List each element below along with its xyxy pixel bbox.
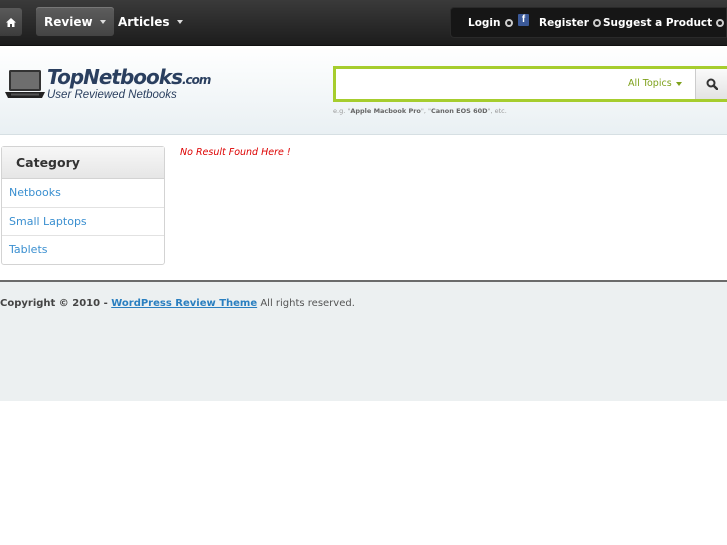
chevron-down-icon bbox=[99, 19, 106, 24]
category-item-netbooks[interactable]: Netbooks bbox=[2, 179, 164, 208]
category-item-small-laptops[interactable]: Small Laptops bbox=[2, 208, 164, 236]
nav-articles-menu[interactable]: Articles bbox=[110, 7, 191, 36]
category-item-tablets[interactable]: Tablets bbox=[2, 236, 164, 265]
category-heading: Category bbox=[2, 147, 164, 179]
circle-arrow-icon bbox=[504, 19, 513, 27]
chevron-down-icon bbox=[176, 19, 183, 24]
facebook-icon[interactable]: f bbox=[518, 14, 529, 26]
topics-dropdown[interactable]: All Topics bbox=[628, 78, 682, 89]
search-hint: e.g. "Apple Macbook Pro", "Canon EOS 60D… bbox=[333, 107, 507, 115]
search-icon bbox=[706, 78, 718, 90]
login-label: Login bbox=[468, 17, 501, 29]
search-box: All Topics bbox=[333, 66, 727, 102]
copyright-text: Copyright © 2010 - WordPress Review Them… bbox=[0, 298, 355, 309]
login-link[interactable]: Login bbox=[468, 17, 513, 29]
site-header: TopNetbooks.com User Reviewed Netbooks A… bbox=[0, 47, 727, 135]
register-label: Register bbox=[539, 17, 589, 29]
site-footer: Copyright © 2010 - WordPress Review Them… bbox=[0, 280, 727, 401]
user-links-bar: Login f Register Suggest a Product bbox=[450, 7, 727, 38]
category-panel: Category Netbooks Small Laptops Tablets bbox=[1, 146, 165, 265]
home-button[interactable] bbox=[0, 8, 22, 36]
home-icon bbox=[6, 17, 16, 27]
suggest-product-link[interactable]: Suggest a Product bbox=[603, 17, 725, 29]
search-input[interactable] bbox=[340, 73, 620, 95]
suggest-product-label: Suggest a Product bbox=[603, 17, 713, 29]
circle-arrow-icon bbox=[716, 19, 725, 27]
wordpress-review-theme-link[interactable]: WordPress Review Theme bbox=[111, 298, 257, 309]
nav-review-menu[interactable]: Review bbox=[36, 7, 114, 36]
netbook-logo-icon bbox=[5, 70, 45, 98]
search-button[interactable] bbox=[695, 69, 727, 99]
top-navigation-bar: Review Articles Login f Register Suggest… bbox=[0, 0, 727, 46]
register-link[interactable]: Register bbox=[539, 17, 601, 29]
topics-label: All Topics bbox=[628, 78, 672, 89]
nav-review-label: Review bbox=[44, 14, 93, 29]
no-result-message: No Result Found Here ! bbox=[180, 147, 291, 158]
chevron-down-icon bbox=[675, 81, 682, 86]
logo-title: TopNetbooks.com bbox=[47, 65, 211, 89]
site-logo[interactable]: TopNetbooks.com User Reviewed Netbooks bbox=[5, 65, 211, 105]
nav-articles-label: Articles bbox=[118, 14, 170, 29]
logo-tagline: User Reviewed Netbooks bbox=[47, 89, 177, 101]
circle-arrow-icon bbox=[592, 19, 601, 27]
